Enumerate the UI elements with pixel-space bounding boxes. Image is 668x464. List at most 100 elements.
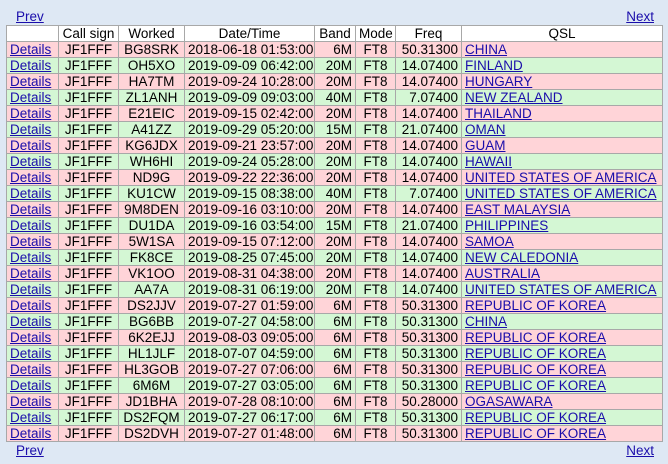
qsl-link[interactable]: CHINA <box>465 315 507 329</box>
qsl-link[interactable]: REPUBLIC OF KOREA <box>465 411 606 425</box>
details-link[interactable]: Details <box>10 203 51 217</box>
qsl-link-cell: FINLAND <box>461 57 663 74</box>
qsl-link[interactable]: HAWAII <box>465 155 512 169</box>
worked-cell: A41ZZ <box>118 121 185 138</box>
worked-cell: DS2JJV <box>118 297 185 314</box>
details-link[interactable]: Details <box>10 315 51 329</box>
mode-cell: FT8 <box>355 233 396 250</box>
band-cell: 6M <box>314 393 356 410</box>
worked-cell: OH5XO <box>118 57 185 74</box>
qsl-link[interactable]: UNITED STATES OF AMERICA <box>465 283 657 297</box>
next-link-bottom[interactable]: Next <box>616 443 662 458</box>
details-link[interactable]: Details <box>10 123 51 137</box>
worked-cell: KG6JDX <box>118 137 185 154</box>
date-time-cell: 2019-07-27 01:48:00 <box>184 425 315 442</box>
qsl-link[interactable]: HUNGARY <box>465 75 532 89</box>
details-link[interactable]: Details <box>10 427 51 441</box>
band-cell: 20M <box>314 105 356 122</box>
details-link[interactable]: Details <box>10 331 51 345</box>
details-link[interactable]: Details <box>10 395 51 409</box>
qsl-link[interactable]: GUAM <box>465 139 506 153</box>
qsl-link[interactable]: REPUBLIC OF KOREA <box>465 379 606 393</box>
mode-cell: FT8 <box>355 105 396 122</box>
details-link-cell: Details <box>6 409 59 426</box>
details-link[interactable]: Details <box>10 235 51 249</box>
worked-cell: AA7A <box>118 281 185 298</box>
qsl-link[interactable]: UNITED STATES OF AMERICA <box>465 187 657 201</box>
qsl-link-cell: REPUBLIC OF KOREA <box>461 297 663 314</box>
qsl-link[interactable]: THAILAND <box>465 107 532 121</box>
table-row: Details JF1FFF 9M8DEN 2019-09-16 03:10:00 20… <box>6 201 663 218</box>
date-time-cell: 2019-09-16 03:54:00 <box>184 217 315 234</box>
details-link[interactable]: Details <box>10 139 51 153</box>
qsl-link[interactable]: REPUBLIC OF KOREA <box>465 427 606 441</box>
qsl-link[interactable]: SAMOA <box>465 235 514 249</box>
qsl-link[interactable]: CHINA <box>465 43 507 57</box>
table-row: Details JF1FFF DS2FQM 2019-07-27 06:17:00 6M… <box>6 409 663 426</box>
freq-cell: 21.07400 <box>395 121 462 138</box>
qsl-link[interactable]: REPUBLIC OF KOREA <box>465 363 606 377</box>
freq-cell: 50.31300 <box>395 313 462 330</box>
prev-link-top[interactable]: Prev <box>6 9 52 24</box>
table-row: Details JF1FFF DS2JJV 2019-07-27 01:59:00 6M… <box>6 297 663 314</box>
details-link[interactable]: Details <box>10 91 51 105</box>
details-link[interactable]: Details <box>10 379 51 393</box>
details-link[interactable]: Details <box>10 219 51 233</box>
qsl-link-cell: REPUBLIC OF KOREA <box>461 425 663 442</box>
details-link[interactable]: Details <box>10 251 51 265</box>
call-sign-cell: JF1FFF <box>58 73 119 90</box>
details-link-cell: Details <box>6 281 59 298</box>
details-link-cell: Details <box>6 73 59 90</box>
qsl-link[interactable]: REPUBLIC OF KOREA <box>465 347 606 361</box>
call-sign-cell: JF1FFF <box>58 41 119 58</box>
band-cell: 20M <box>314 153 356 170</box>
date-time-cell: 2019-07-27 04:58:00 <box>184 313 315 330</box>
qsl-link[interactable]: PHILIPPINES <box>465 219 548 233</box>
details-link[interactable]: Details <box>10 43 51 57</box>
qsl-link[interactable]: NEW ZEALAND <box>465 91 563 105</box>
qsl-link[interactable]: REPUBLIC OF KOREA <box>465 331 606 345</box>
table-row: Details JF1FFF BG8SRK 2018-06-18 01:53:00 6M… <box>6 41 663 58</box>
band-cell: 20M <box>314 201 356 218</box>
freq-cell: 7.07400 <box>395 185 462 202</box>
qsl-link[interactable]: NEW CALEDONIA <box>465 251 578 265</box>
qsl-link-cell: UNITED STATES OF AMERICA <box>461 185 663 202</box>
details-link[interactable]: Details <box>10 171 51 185</box>
details-link-cell: Details <box>6 329 59 346</box>
qsl-link[interactable]: REPUBLIC OF KOREA <box>465 299 606 313</box>
details-link[interactable]: Details <box>10 187 51 201</box>
details-link-cell: Details <box>6 249 59 266</box>
details-link[interactable]: Details <box>10 155 51 169</box>
qsl-link-cell: OMAN <box>461 121 663 138</box>
table-row: Details JF1FFF A41ZZ 2019-09-29 05:20:00 15M… <box>6 121 663 138</box>
details-link[interactable]: Details <box>10 411 51 425</box>
qsl-link-cell: UNITED STATES OF AMERICA <box>461 169 663 186</box>
details-link-cell: Details <box>6 265 59 282</box>
details-link[interactable]: Details <box>10 107 51 121</box>
details-link-cell: Details <box>6 425 59 442</box>
details-link[interactable]: Details <box>10 363 51 377</box>
freq-cell: 7.07400 <box>395 89 462 106</box>
details-link[interactable]: Details <box>10 75 51 89</box>
worked-cell: BG8SRK <box>118 41 185 58</box>
qsl-link[interactable]: UNITED STATES OF AMERICA <box>465 171 657 185</box>
qsl-link[interactable]: AUSTRALIA <box>465 267 540 281</box>
qsl-link[interactable]: OGASAWARA <box>465 395 553 409</box>
band-cell: 6M <box>314 409 356 426</box>
table-row: Details JF1FFF DS2DVH 2019-07-27 01:48:00 6M… <box>6 425 663 442</box>
date-time-cell: 2019-09-09 06:42:00 <box>184 57 315 74</box>
details-link[interactable]: Details <box>10 59 51 73</box>
table-row: Details JF1FFF WH6HI 2019-09-24 05:28:00 20M… <box>6 153 663 170</box>
details-link[interactable]: Details <box>10 299 51 313</box>
prev-link-bottom[interactable]: Prev <box>6 443 52 458</box>
qsl-link[interactable]: FINLAND <box>465 59 523 73</box>
next-link-top[interactable]: Next <box>616 9 662 24</box>
header-date-time: Date/Time <box>184 25 315 42</box>
details-link[interactable]: Details <box>10 283 51 297</box>
details-link[interactable]: Details <box>10 267 51 281</box>
qsl-link[interactable]: EAST MALAYSIA <box>465 203 570 217</box>
qsl-link[interactable]: OMAN <box>465 123 506 137</box>
details-link[interactable]: Details <box>10 347 51 361</box>
mode-cell: FT8 <box>355 185 396 202</box>
band-cell: 40M <box>314 89 356 106</box>
